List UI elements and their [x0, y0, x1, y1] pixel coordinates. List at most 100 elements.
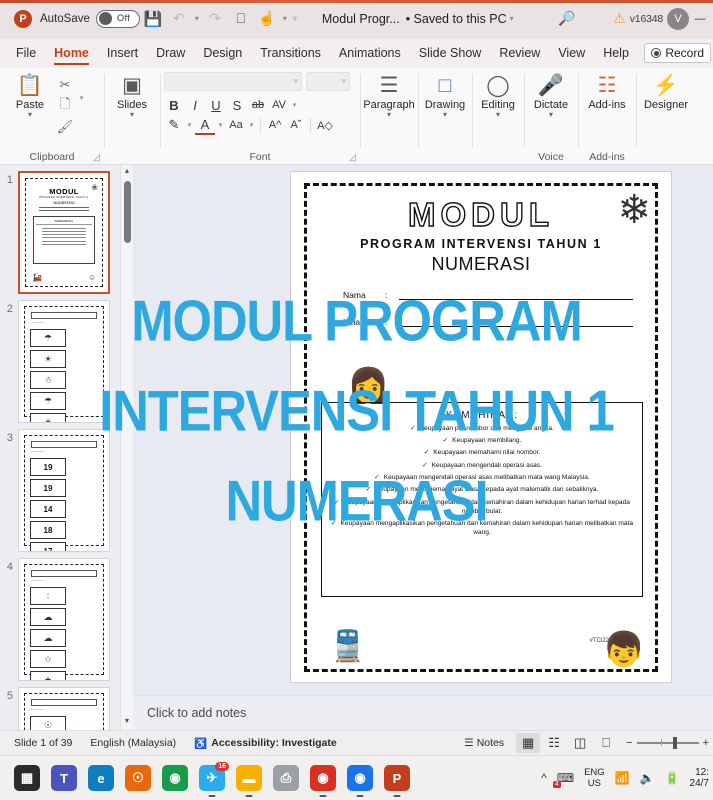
- bold-button[interactable]: B: [164, 95, 184, 115]
- tab-help[interactable]: Help: [595, 42, 637, 65]
- thumbnail-item-4[interactable]: 4 ————— ∶ ☁ ☁ ☆ ★ ◯ ◯ ∶: [0, 552, 133, 681]
- paragraph-dropdown-icon[interactable]: ▾: [387, 111, 391, 119]
- saved-status[interactable]: • Saved to this PC: [406, 12, 507, 26]
- chrome-profile2-icon[interactable]: ◉: [347, 765, 373, 797]
- present-icon[interactable]: ⎕: [229, 7, 253, 31]
- cut-icon[interactable]: ✂: [55, 75, 75, 94]
- notes-button[interactable]: ☰ Notes: [464, 737, 504, 749]
- tab-draw[interactable]: Draw: [148, 42, 193, 65]
- drawing-button[interactable]: □ Drawing ▾: [425, 72, 465, 119]
- slide-canvas-pane[interactable]: ❄ MODUL PROGRAM INTERVENSI TAHUN 1 NUMER…: [133, 165, 713, 730]
- paste-dropdown-icon[interactable]: ▾: [28, 111, 32, 119]
- tab-animations[interactable]: Animations: [331, 42, 409, 65]
- thumbnail-slide-3[interactable]: ————— 19 19 14 18 17 14 16 17: [18, 429, 110, 552]
- drawing-dropdown-icon[interactable]: ▾: [443, 111, 447, 119]
- language-tray[interactable]: ENG US: [584, 767, 605, 789]
- tab-home[interactable]: Home: [46, 42, 97, 65]
- thumbnail-slide-4[interactable]: ————— ∶ ☁ ☁ ☆ ★ ◯ ◯ ∶: [18, 558, 110, 681]
- saved-dropdown-icon[interactable]: ▾: [507, 14, 517, 23]
- zoom-in-button[interactable]: +: [703, 737, 709, 749]
- designer-button[interactable]: ⚡ Designer: [643, 72, 689, 111]
- firefox-icon[interactable]: ☉: [125, 765, 151, 791]
- change-case-dropdown-icon[interactable]: ▾: [247, 121, 256, 129]
- tab-slide-show[interactable]: Slide Show: [411, 42, 490, 65]
- normal-view-icon[interactable]: ▦: [516, 733, 541, 753]
- keyboard-layout-icon[interactable]: ⌨ 4: [552, 771, 574, 788]
- tab-view[interactable]: View: [550, 42, 593, 65]
- slideshow-icon[interactable]: ⎕: [594, 733, 618, 753]
- printer-icon[interactable]: ⎙: [273, 765, 299, 791]
- more-commands-icon[interactable]: ▿: [290, 14, 300, 23]
- powerpoint-taskbar-icon[interactable]: P: [384, 765, 410, 797]
- text-shadow-button[interactable]: S: [227, 95, 247, 115]
- dictate-dropdown-icon[interactable]: ▾: [549, 111, 553, 119]
- scrollbar-thumb[interactable]: [124, 181, 131, 243]
- show-hidden-icons-icon[interactable]: ^: [541, 771, 547, 785]
- italic-button[interactable]: I: [185, 95, 205, 115]
- thumbnail-item-2[interactable]: 2 ————— ☂ ☀ ☃ ☂ ☀ ☃ ☘ ☘: [0, 294, 133, 423]
- redo-icon[interactable]: ↷: [203, 7, 227, 31]
- slide-sorter-icon[interactable]: ☷: [542, 733, 566, 753]
- thumbnail-slide-1[interactable]: MODUL PROGRAM INTERVENSI TAHUN 1 NUMERAS…: [18, 171, 110, 294]
- thumbnail-item-3[interactable]: 3 ————— 19 19 14 18 17 14 16 17: [0, 423, 133, 552]
- undo-dropdown-icon[interactable]: ▾: [192, 14, 202, 23]
- clear-formatting-icon[interactable]: A◇: [315, 115, 335, 135]
- copy-icon[interactable]: 🗋: [55, 96, 75, 115]
- slide-count[interactable]: Slide 1 of 39: [14, 737, 72, 749]
- slides-dropdown-icon[interactable]: ▾: [130, 111, 134, 119]
- change-case-button[interactable]: Aa: [226, 115, 246, 135]
- current-slide[interactable]: ❄ MODUL PROGRAM INTERVENSI TAHUN 1 NUMER…: [290, 171, 672, 683]
- editing-button[interactable]: ◯ Editing ▾: [479, 72, 517, 119]
- zoom-out-button[interactable]: −: [626, 737, 632, 749]
- wifi-icon[interactable]: 📶: [615, 771, 630, 785]
- autosave-toggle[interactable]: Off: [95, 9, 140, 28]
- minimize-button[interactable]: —: [693, 13, 707, 25]
- paste-button[interactable]: 📋 Paste ▾: [7, 72, 53, 119]
- format-painter-icon[interactable]: 🖌: [55, 117, 75, 136]
- reading-view-icon[interactable]: ◫: [568, 733, 592, 753]
- edge-icon[interactable]: e: [88, 765, 114, 791]
- clock[interactable]: 12: 24/7: [690, 767, 709, 789]
- battery-icon[interactable]: 🔋: [665, 771, 680, 785]
- underline-button[interactable]: U: [206, 95, 226, 115]
- chrome-icon[interactable]: ◉: [162, 765, 188, 791]
- undo-icon[interactable]: ↶: [167, 7, 191, 31]
- zoom-knob[interactable]: [672, 737, 677, 750]
- text-highlight-icon[interactable]: ✎: [164, 115, 184, 135]
- avatar[interactable]: V: [667, 7, 689, 30]
- tab-transitions[interactable]: Transitions: [252, 42, 329, 65]
- tab-review[interactable]: Review: [491, 42, 548, 65]
- thumbnail-slide-5[interactable]: ————— ☉ ☉: [18, 687, 110, 730]
- font-color-dropdown-icon[interactable]: ▾: [216, 121, 225, 129]
- editing-dropdown-icon[interactable]: ▾: [496, 111, 500, 119]
- thumbnail-item-5[interactable]: 5 ————— ☉ ☉: [0, 681, 133, 730]
- decrease-font-size-button[interactable]: A˘: [286, 115, 306, 135]
- tab-insert[interactable]: Insert: [99, 42, 146, 65]
- zoom-slider[interactable]: − +: [626, 737, 709, 750]
- font-dialog-launcher[interactable]: ◿: [349, 152, 356, 163]
- language-indicator[interactable]: English (Malaysia): [90, 737, 176, 749]
- warning-icon[interactable]: ⚠: [613, 10, 626, 27]
- dictate-button[interactable]: 🎤 Dictate ▾: [531, 72, 571, 119]
- start-icon[interactable]: ▦: [14, 765, 40, 791]
- touch-dropdown-icon[interactable]: ▾: [280, 14, 290, 23]
- touch-mode-icon[interactable]: ☝: [255, 7, 279, 31]
- font-name-input[interactable]: ▾: [164, 72, 302, 91]
- record-button[interactable]: Record: [644, 43, 711, 63]
- notes-pane[interactable]: Click to add notes: [133, 695, 713, 730]
- slides-button[interactable]: ▣ Slides ▾: [111, 72, 153, 119]
- document-title[interactable]: Modul Progr...: [322, 12, 400, 26]
- thumbnail-slide-2[interactable]: ————— ☂ ☀ ☃ ☂ ☀ ☃ ☘ ☘: [18, 300, 110, 423]
- scroll-up-icon[interactable]: ▲: [121, 165, 133, 178]
- font-size-input[interactable]: ▾: [306, 72, 350, 91]
- copy-dropdown-icon[interactable]: ▾: [77, 94, 86, 102]
- chrome-profile-icon[interactable]: ◉: [310, 765, 336, 797]
- clipboard-dialog-launcher[interactable]: ◿: [93, 152, 100, 163]
- file-explorer-icon[interactable]: ▬: [236, 765, 262, 797]
- telegram-icon[interactable]: ✈ 16: [199, 762, 229, 797]
- character-spacing-button[interactable]: AV: [269, 95, 289, 115]
- zoom-track[interactable]: [636, 737, 699, 750]
- teams-icon[interactable]: T: [51, 765, 77, 791]
- tab-file[interactable]: File: [8, 42, 44, 65]
- accessibility-status[interactable]: ♿ Accessibility: Investigate: [194, 737, 337, 750]
